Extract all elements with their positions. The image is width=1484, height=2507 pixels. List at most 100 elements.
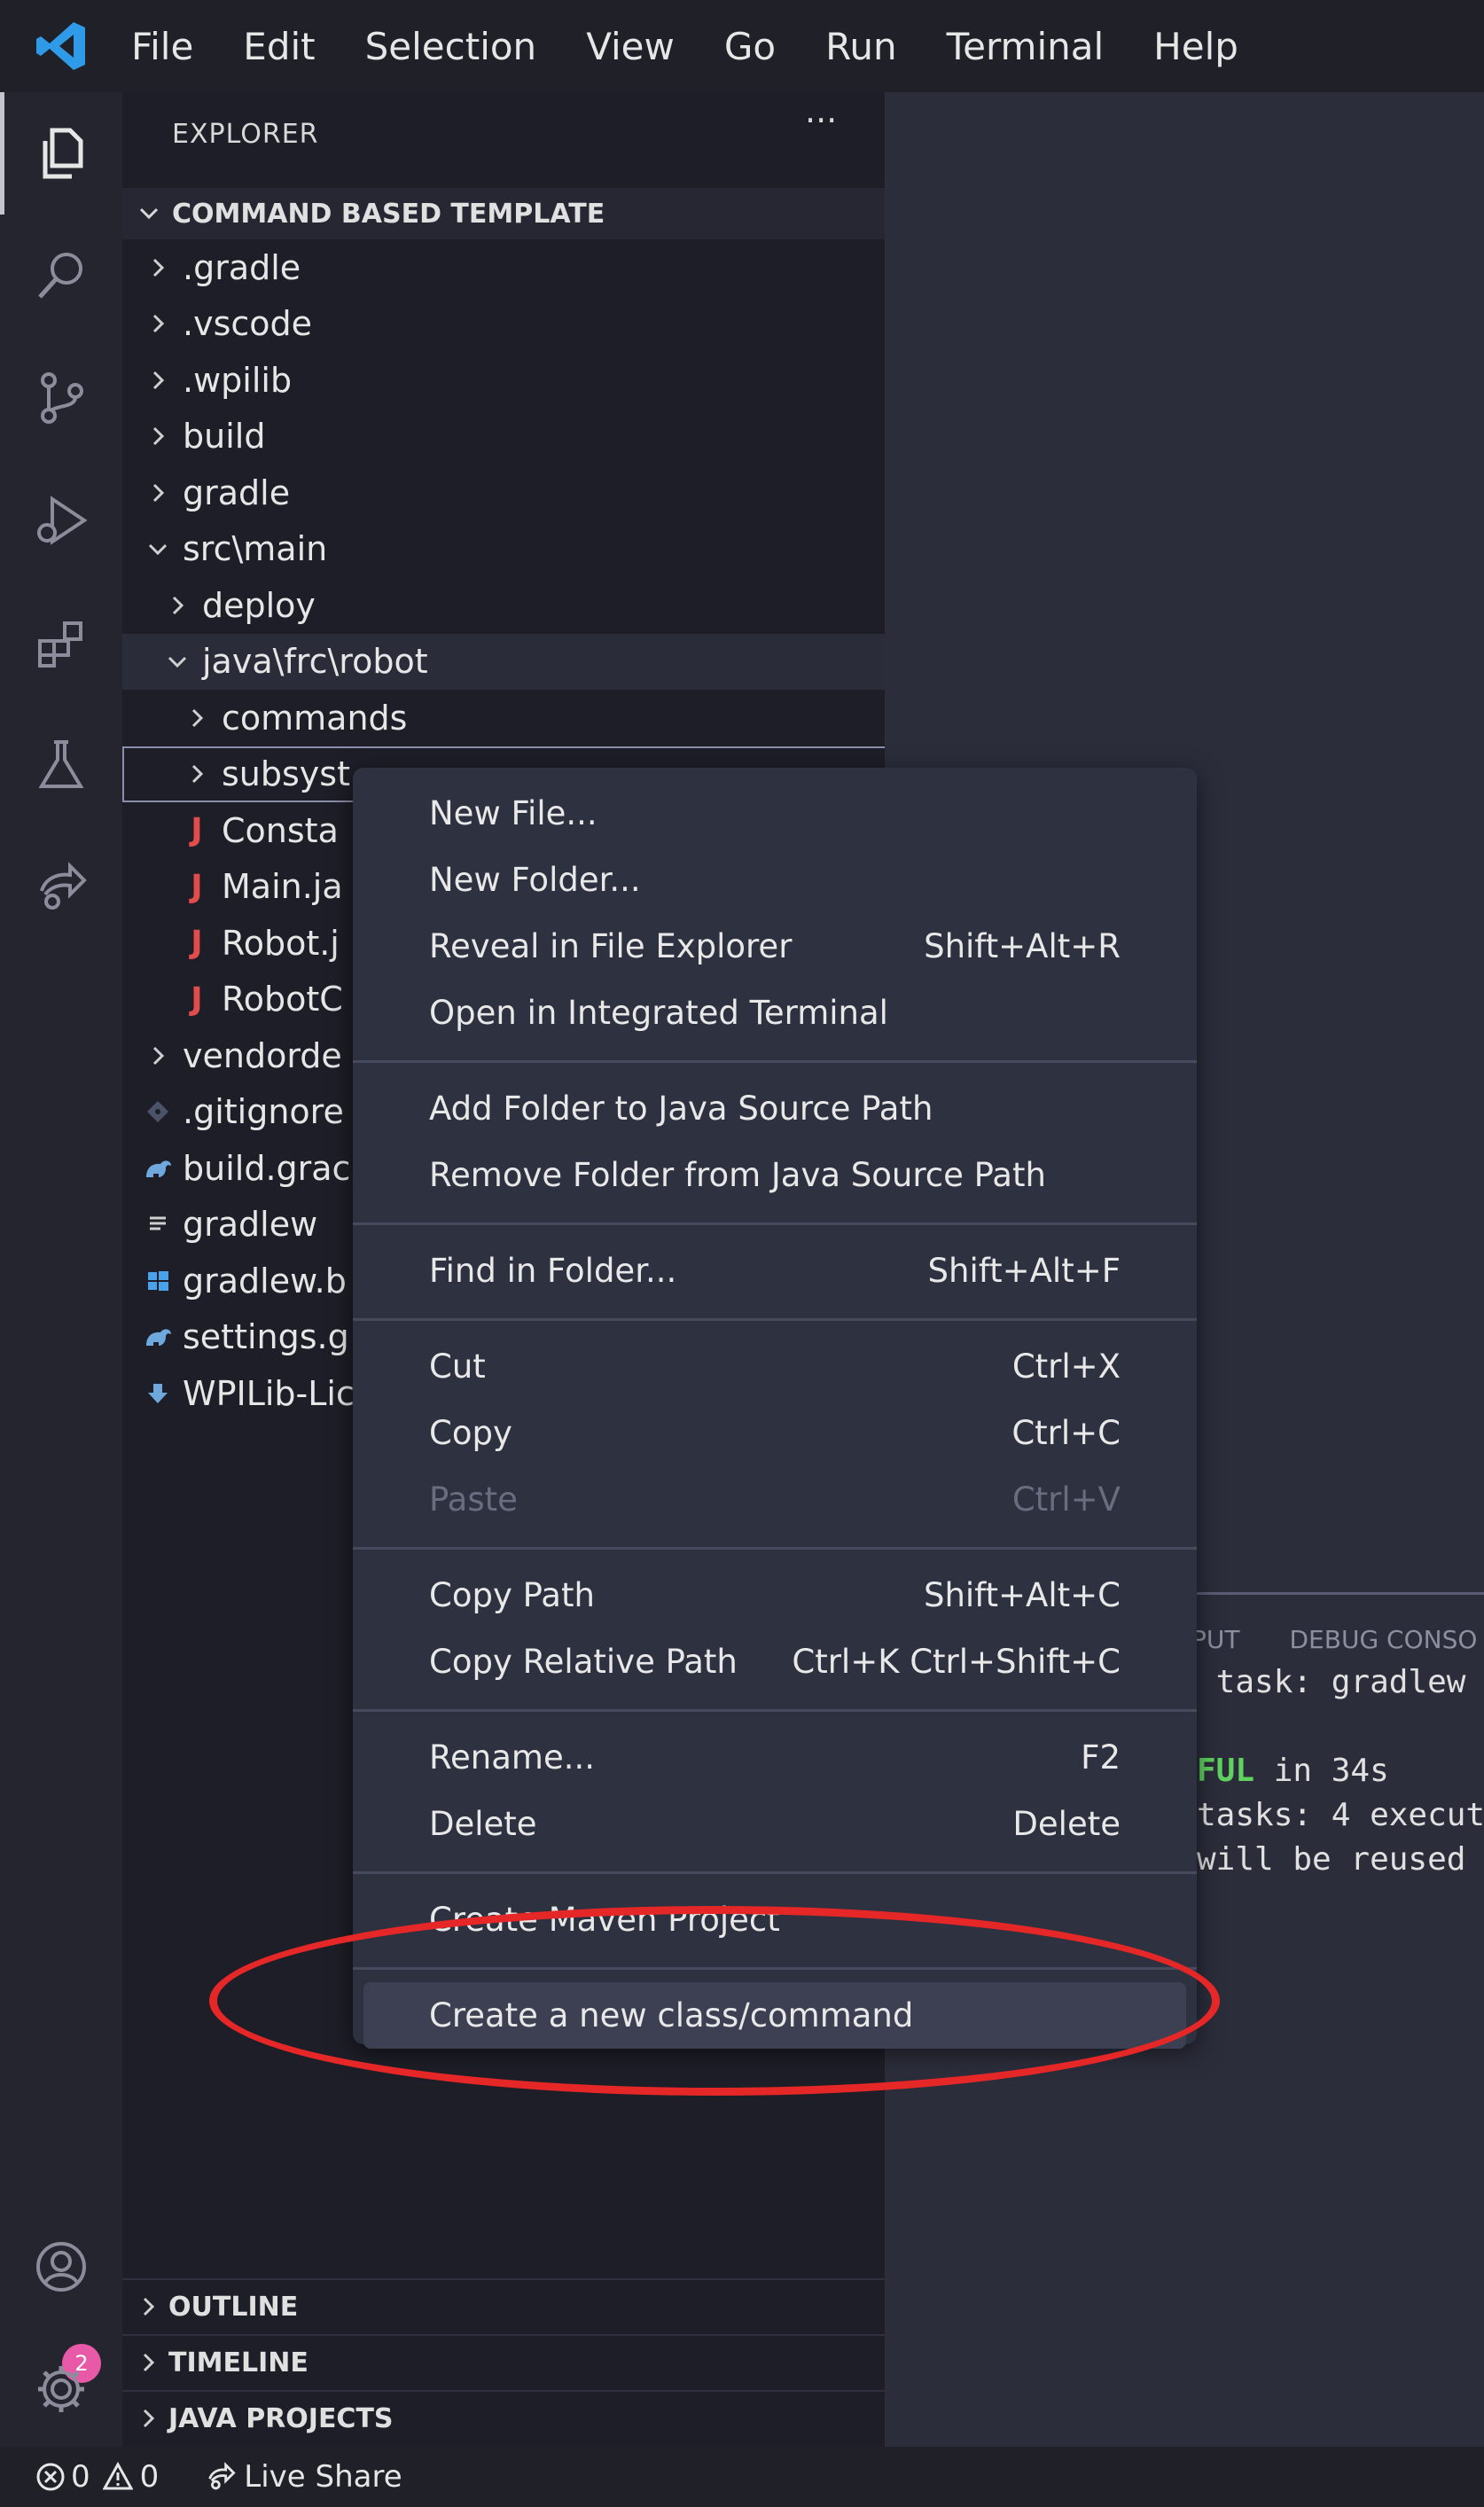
menu-item-cut[interactable]: Cut Ctrl+X bbox=[353, 1333, 1197, 1400]
tree-item-label: gradlew bbox=[183, 1205, 318, 1244]
tree-folder[interactable]: .vscode bbox=[122, 296, 902, 352]
status-bar: 0 0 Live Share bbox=[0, 2447, 1484, 2507]
tree-folder[interactable]: gradle bbox=[122, 465, 902, 520]
explorer-title: EXPLORER bbox=[172, 119, 319, 150]
menu-separator bbox=[353, 1871, 1197, 1874]
menu-item-label: Paste bbox=[429, 1480, 518, 1519]
tree-folder[interactable]: .gradle bbox=[122, 239, 902, 295]
menu-separator bbox=[353, 1709, 1197, 1712]
tree-item-label: .vscode bbox=[183, 304, 313, 343]
java-file-icon: J bbox=[191, 812, 203, 848]
menu-item-label: Reveal in File Explorer bbox=[429, 927, 793, 965]
problems-indicator[interactable]: 0 0 bbox=[35, 2459, 159, 2495]
menu-item-copy[interactable]: Copy Ctrl+C bbox=[353, 1400, 1197, 1466]
menu-item-shortcut: Delete bbox=[1012, 1805, 1121, 1843]
menu-item-label: Open in Integrated Terminal bbox=[429, 994, 888, 1032]
tree-folder[interactable]: java\frc\robot bbox=[122, 633, 922, 690]
terminal-line-text: in 34s bbox=[1254, 1753, 1389, 1789]
tree-item-label: settings.g bbox=[183, 1317, 349, 1356]
chevron-right-icon bbox=[137, 2295, 160, 2318]
section-java-projects[interactable]: JAVA PROJECTS bbox=[122, 2390, 885, 2445]
section-timeline[interactable]: TIMELINE bbox=[122, 2334, 885, 2389]
tree-folder[interactable]: deploy bbox=[122, 577, 922, 633]
tree-item-label: gradle bbox=[183, 473, 291, 512]
section-label: JAVA PROJECTS bbox=[168, 2402, 394, 2434]
project-name: COMMAND BASED TEMPLATE bbox=[172, 198, 605, 230]
panel-tab[interactable]: PUT bbox=[1191, 1625, 1239, 1654]
terminal-line-text: will be reused bbox=[1197, 1841, 1466, 1878]
live-share-status[interactable]: Live Share bbox=[205, 2459, 402, 2495]
menu-go[interactable]: Go bbox=[724, 25, 776, 68]
menu-item-shortcut: Ctrl+V bbox=[1011, 1480, 1121, 1519]
menu-separator bbox=[353, 1547, 1197, 1550]
menu-item-shortcut: Shift+Alt+F bbox=[927, 1252, 1121, 1290]
tree-folder[interactable]: commands bbox=[122, 690, 941, 746]
tree-item-label: .gradle bbox=[183, 247, 301, 287]
menu-file[interactable]: File bbox=[131, 25, 193, 68]
tree-folder[interactable]: src\main bbox=[122, 521, 902, 577]
tree-item-label: RobotC bbox=[222, 980, 343, 1019]
chevron-right-icon bbox=[140, 1044, 176, 1067]
menu-item-copy-path[interactable]: Copy Path Shift+Alt+C bbox=[353, 1562, 1197, 1628]
gradle-file-icon bbox=[140, 1156, 176, 1181]
chevron-down-icon bbox=[140, 537, 176, 560]
build-success-text: FUL bbox=[1197, 1753, 1255, 1789]
run-debug-icon[interactable] bbox=[0, 459, 122, 582]
menu-separator bbox=[353, 1060, 1197, 1063]
menu-run[interactable]: Run bbox=[825, 25, 897, 68]
chevron-down-icon bbox=[160, 650, 195, 673]
menu-item-rename[interactable]: Rename... F2 bbox=[353, 1724, 1197, 1791]
menu-item-reveal-in-file-explorer[interactable]: Reveal in File Explorer Shift+Alt+R bbox=[353, 913, 1197, 980]
menu-item-label: Copy Relative Path bbox=[429, 1643, 738, 1681]
tree-item-label: Consta bbox=[222, 810, 339, 850]
menu-item-remove-folder-from-java-source-path[interactable]: Remove Folder from Java Source Path bbox=[353, 1142, 1197, 1208]
text-file-icon bbox=[140, 1212, 176, 1237]
tree-item-label: gradlew.b bbox=[183, 1261, 347, 1300]
settings-gear-icon[interactable] bbox=[0, 2328, 122, 2450]
project-section-header[interactable]: COMMAND BASED TEMPLATE bbox=[122, 188, 885, 239]
extensions-icon[interactable] bbox=[0, 582, 122, 704]
menu-item-open-in-integrated-terminal[interactable]: Open in Integrated Terminal bbox=[353, 980, 1197, 1046]
search-icon[interactable] bbox=[0, 215, 122, 337]
menu-edit[interactable]: Edit bbox=[243, 25, 315, 68]
panel-tab[interactable]: DEBUG CONSO bbox=[1289, 1625, 1477, 1654]
java-file-icon: J bbox=[191, 868, 203, 905]
explorer-icon[interactable] bbox=[0, 92, 122, 215]
more-actions-button[interactable]: ··· bbox=[805, 101, 837, 140]
java-file-icon: J bbox=[191, 980, 203, 1018]
menu-item-find-in-folder[interactable]: Find in Folder... Shift+Alt+F bbox=[353, 1238, 1197, 1304]
accounts-icon[interactable] bbox=[0, 2206, 122, 2328]
menu-item-paste: Paste Ctrl+V bbox=[353, 1466, 1197, 1533]
live-share-icon[interactable] bbox=[0, 826, 122, 949]
java-file-icon: J bbox=[191, 925, 203, 961]
menu-item-add-folder-to-java-source-path[interactable]: Add Folder to Java Source Path bbox=[353, 1075, 1197, 1142]
warning-count: 0 bbox=[139, 2459, 160, 2495]
tree-item-label: .gitignore bbox=[183, 1092, 344, 1131]
tree-item-label: Main.ja bbox=[222, 867, 343, 906]
menu-terminal[interactable]: Terminal bbox=[947, 25, 1105, 68]
warning-icon bbox=[102, 2462, 133, 2490]
testing-icon[interactable] bbox=[0, 704, 122, 826]
chevron-right-icon bbox=[140, 312, 176, 335]
error-icon bbox=[36, 2463, 65, 2491]
menu-view[interactable]: View bbox=[586, 25, 675, 68]
menu-item-copy-relative-path[interactable]: Copy Relative Path Ctrl+K Ctrl+Shift+C bbox=[353, 1628, 1197, 1695]
menu-item-shortcut: Ctrl+C bbox=[1011, 1414, 1121, 1452]
menu-item-new-folder[interactable]: New Folder... bbox=[353, 847, 1197, 913]
tree-folder[interactable]: build bbox=[122, 409, 902, 465]
git-file-icon bbox=[140, 1098, 176, 1125]
menu-help[interactable]: Help bbox=[1153, 25, 1238, 68]
menu-item-label: New File... bbox=[429, 794, 598, 832]
tree-item-label: vendorde bbox=[183, 1035, 342, 1075]
menu-item-new-file[interactable]: New File... bbox=[353, 780, 1197, 847]
terminal-line: task: gradlew bbox=[1197, 1664, 1466, 1700]
tree-item-label: commands bbox=[222, 698, 408, 738]
menu-item-label: New Folder... bbox=[429, 861, 641, 899]
license-file-icon bbox=[140, 1381, 176, 1406]
menu-item-delete[interactable]: Delete Delete bbox=[353, 1791, 1197, 1857]
source-control-icon[interactable] bbox=[0, 337, 122, 459]
chevron-right-icon bbox=[137, 2351, 160, 2374]
menu-selection[interactable]: Selection bbox=[365, 25, 537, 68]
tree-folder[interactable]: .wpilib bbox=[122, 352, 902, 408]
section-outline[interactable]: OUTLINE bbox=[122, 2278, 885, 2333]
